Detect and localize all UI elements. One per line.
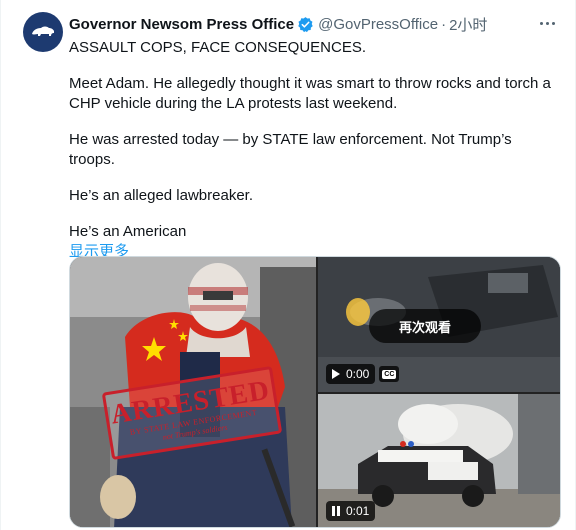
tweet-paragraph: He’s an alleged lawbreaker.: [69, 187, 254, 204]
video-player-1[interactable]: 再次观看 0:00 CC: [318, 257, 560, 392]
tweet-paragraph: He was arrested today — by STATE law enf…: [69, 131, 512, 168]
video-1-controls: 0:00 CC: [326, 364, 400, 384]
tweet-header: Governor Newsom Press Office @GovPressOf…: [69, 14, 487, 34]
video-1-time: 0:00: [346, 367, 370, 381]
tweet-paragraph: ASSAULT COPS, FACE CONSEQUENCES.: [69, 39, 367, 56]
pause-icon[interactable]: [332, 506, 340, 516]
play-icon[interactable]: [332, 369, 340, 379]
california-bear-icon: [32, 26, 54, 36]
timestamp[interactable]: 2小时: [449, 14, 487, 35]
cc-label: CC: [382, 369, 397, 379]
tweet-paragraph: Meet Adam. He allegedly thought it was s…: [69, 75, 551, 112]
replay-button[interactable]: 再次观看: [369, 309, 481, 343]
video-1-play-time[interactable]: 0:00: [326, 364, 376, 384]
media-grid: ARRESTED BY STATE LAW ENFORCEMENT not Tr…: [69, 256, 561, 528]
separator-dot: ·: [441, 15, 447, 33]
video-player-2[interactable]: 0:01: [318, 394, 560, 527]
tweet: Governor Newsom Press Office @GovPressOf…: [0, 0, 576, 530]
arrested-photo[interactable]: ARRESTED BY STATE LAW ENFORCEMENT not Tr…: [70, 257, 316, 527]
display-name[interactable]: Governor Newsom Press Office: [69, 16, 294, 33]
more-dots-icon[interactable]: [537, 14, 557, 32]
tweet-paragraph: He’s an American: [69, 223, 187, 240]
video-2-controls: 0:01: [326, 501, 376, 521]
closed-captions-icon[interactable]: CC: [379, 366, 400, 382]
avatar[interactable]: [23, 12, 63, 52]
video-2-pause-time[interactable]: 0:01: [326, 501, 376, 521]
tweet-text: ASSAULT COPS, FACE CONSEQUENCES. Meet Ad…: [69, 38, 559, 262]
video-2-time: 0:01: [346, 504, 370, 518]
verified-badge-icon[interactable]: [297, 16, 314, 33]
handle[interactable]: @GovPressOffice: [318, 16, 438, 33]
